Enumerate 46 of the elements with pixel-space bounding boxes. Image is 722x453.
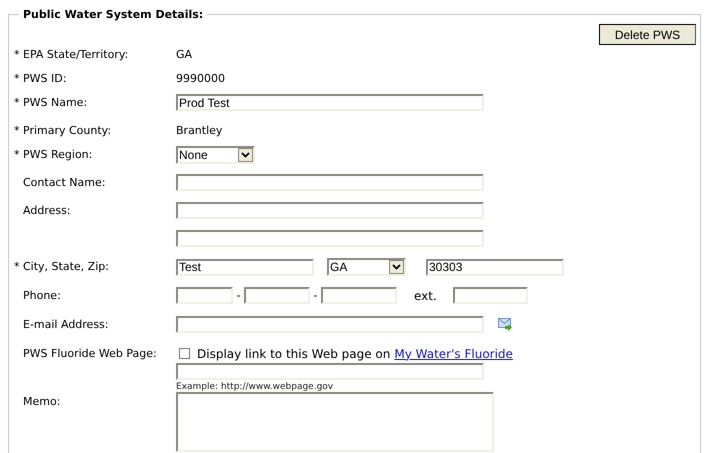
email-field[interactable]: [176, 316, 484, 333]
field-label: Primary County:: [23, 124, 112, 137]
phone-prefix-field[interactable]: [244, 287, 310, 304]
region-dropdown[interactable]: None: [176, 146, 255, 164]
required-marker: *: [14, 148, 20, 161]
panel-title: Public Water System Details:: [19, 8, 208, 21]
state-dropdown[interactable]: GA: [327, 258, 406, 276]
field-value: GA: [176, 48, 192, 61]
separator: -: [312, 289, 318, 302]
field-label: PWS Name:: [23, 96, 88, 109]
required-marker: *: [14, 48, 20, 61]
input-field[interactable]: [176, 202, 484, 219]
delete-button[interactable]: Delete PWS: [599, 24, 696, 45]
field-label: EPA State/Territory:: [23, 48, 128, 61]
field-value: Brantley: [176, 124, 222, 137]
phone-number-field[interactable]: [321, 287, 397, 304]
fluoride-link[interactable]: My Water's Fluoride: [394, 346, 513, 360]
field-label: E-mail Address:: [23, 318, 108, 331]
ext-label: ext.: [414, 288, 437, 302]
envelope-icon[interactable]: [498, 318, 513, 331]
area-code-field[interactable]: [176, 287, 233, 304]
field-label: PWS Region:: [23, 148, 92, 161]
separator: -: [236, 289, 242, 302]
field-label: City, State, Zip:: [23, 260, 109, 273]
field-value: 9990000: [176, 72, 225, 85]
extension-field[interactable]: [452, 287, 528, 304]
field-label: Contact Name:: [23, 176, 106, 189]
web-page-field[interactable]: [176, 363, 484, 380]
required-marker: *: [14, 96, 20, 109]
memo-field[interactable]: [176, 392, 494, 452]
checkbox-label: Display link to this Web page on: [197, 346, 390, 360]
required-marker: *: [14, 124, 20, 137]
input-field[interactable]: [176, 230, 484, 247]
zip-field[interactable]: 30303: [426, 258, 564, 276]
field-label: PWS Fluoride Web Page:: [23, 347, 157, 360]
input-field[interactable]: Prod Test: [176, 94, 484, 111]
required-marker: *: [14, 260, 20, 273]
checkbox[interactable]: [179, 348, 190, 359]
city-field[interactable]: Test: [176, 258, 314, 276]
field-label: Memo:: [23, 395, 60, 408]
input-field[interactable]: [176, 174, 484, 191]
field-label: Address:: [23, 204, 71, 217]
field-label: Phone:: [23, 289, 61, 302]
required-marker: *: [14, 72, 20, 85]
field-label: PWS ID:: [23, 72, 66, 85]
example-hint: Example: http://www.webpage.gov: [176, 382, 334, 392]
